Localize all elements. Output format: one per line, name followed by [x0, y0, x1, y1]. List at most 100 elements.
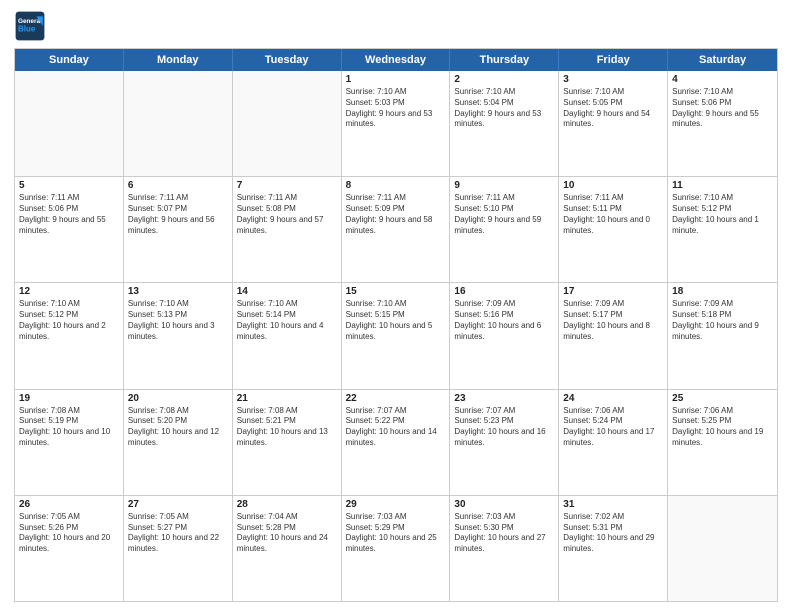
- day-cell-12: 12 Sunrise: 7:10 AM Sunset: 5:12 PM Dayli…: [15, 283, 124, 388]
- day-header-monday: Monday: [124, 49, 233, 71]
- header: General Blue: [14, 10, 778, 42]
- day-number: 26: [19, 499, 119, 510]
- day-cell-8: 8 Sunrise: 7:11 AM Sunset: 5:09 PM Daylig…: [342, 177, 451, 282]
- day-info: Sunrise: 7:10 AM Sunset: 5:14 PM Dayligh…: [237, 299, 337, 342]
- day-number: 3: [563, 74, 663, 85]
- day-info: Sunrise: 7:11 AM Sunset: 5:11 PM Dayligh…: [563, 193, 663, 236]
- day-info: Sunrise: 7:03 AM Sunset: 5:29 PM Dayligh…: [346, 512, 446, 555]
- day-cell-3: 3 Sunrise: 7:10 AM Sunset: 5:05 PM Daylig…: [559, 71, 668, 176]
- week-row-1: 1 Sunrise: 7:10 AM Sunset: 5:03 PM Daylig…: [15, 71, 777, 177]
- day-cell-23: 23Sunrise: 7:07 AM Sunset: 5:23 PM Dayli…: [450, 390, 559, 495]
- day-info: Sunrise: 7:11 AM Sunset: 5:06 PM Dayligh…: [19, 193, 119, 236]
- day-number: 25: [672, 393, 773, 404]
- day-number: 10: [563, 180, 663, 191]
- day-info: Sunrise: 7:06 AM Sunset: 5:24 PM Dayligh…: [563, 406, 663, 449]
- day-cell-5: 5 Sunrise: 7:11 AM Sunset: 5:06 PM Daylig…: [15, 177, 124, 282]
- day-cell-13: 13 Sunrise: 7:10 AM Sunset: 5:13 PM Dayli…: [124, 283, 233, 388]
- day-number: 29: [346, 499, 446, 510]
- day-info: Sunrise: 7:10 AM Sunset: 5:12 PM Dayligh…: [19, 299, 119, 342]
- day-cell-20: 20 Sunrise: 7:08 AM Sunset: 5:20 PM Dayli…: [124, 390, 233, 495]
- day-cell-7: 7 Sunrise: 7:11 AM Sunset: 5:08 PM Daylig…: [233, 177, 342, 282]
- day-cell-25: 25 Sunrise: 7:06 AM Sunset: 5:25 PM Dayli…: [668, 390, 777, 495]
- day-cell-18: 18 Sunrise: 7:09 AM Sunset: 5:18 PM Dayli…: [668, 283, 777, 388]
- day-number: 18: [672, 286, 773, 297]
- day-info: Sunrise: 7:11 AM Sunset: 5:08 PM Dayligh…: [237, 193, 337, 236]
- calendar-body: 1 Sunrise: 7:10 AM Sunset: 5:03 PM Daylig…: [15, 71, 777, 601]
- day-headers: SundayMondayTuesdayWednesdayThursdayFrid…: [15, 49, 777, 71]
- day-number: 28: [237, 499, 337, 510]
- day-cell-24: 24 Sunrise: 7:06 AM Sunset: 5:24 PM Dayli…: [559, 390, 668, 495]
- day-cell-28: 28 Sunrise: 7:04 AM Sunset: 5:28 PM Dayli…: [233, 496, 342, 601]
- day-info: Sunrise: 7:07 AM Sunset: 5:23 PM Dayligh…: [454, 406, 554, 449]
- day-number: 12: [19, 286, 119, 297]
- day-info: Sunrise: 7:11 AM Sunset: 5:09 PM Dayligh…: [346, 193, 446, 236]
- day-cell-4: 4Sunrise: 7:10 AM Sunset: 5:06 PM Daylig…: [668, 71, 777, 176]
- day-cell-empty: [15, 71, 124, 176]
- day-number: 24: [563, 393, 663, 404]
- day-info: Sunrise: 7:08 AM Sunset: 5:19 PM Dayligh…: [19, 406, 119, 449]
- day-info: Sunrise: 7:09 AM Sunset: 5:18 PM Dayligh…: [672, 299, 773, 342]
- day-number: 7: [237, 180, 337, 191]
- day-cell-10: 10 Sunrise: 7:11 AM Sunset: 5:11 PM Dayli…: [559, 177, 668, 282]
- day-cell-19: 19 Sunrise: 7:08 AM Sunset: 5:19 PM Dayli…: [15, 390, 124, 495]
- day-cell-empty: [124, 71, 233, 176]
- day-cell-27: 27 Sunrise: 7:05 AM Sunset: 5:27 PM Dayli…: [124, 496, 233, 601]
- day-cell-empty: [668, 496, 777, 601]
- day-number: 1: [346, 74, 446, 85]
- day-number: 6: [128, 180, 228, 191]
- day-info: Sunrise: 7:10 AM Sunset: 5:12 PM Dayligh…: [672, 193, 773, 236]
- week-row-3: 12 Sunrise: 7:10 AM Sunset: 5:12 PM Dayli…: [15, 283, 777, 389]
- day-cell-17: 17 Sunrise: 7:09 AM Sunset: 5:17 PM Dayli…: [559, 283, 668, 388]
- day-number: 11: [672, 180, 773, 191]
- day-info: Sunrise: 7:10 AM Sunset: 5:03 PM Dayligh…: [346, 87, 446, 130]
- day-info: Sunrise: 7:08 AM Sunset: 5:21 PM Dayligh…: [237, 406, 337, 449]
- day-number: 27: [128, 499, 228, 510]
- day-number: 15: [346, 286, 446, 297]
- day-number: 9: [454, 180, 554, 191]
- day-number: 5: [19, 180, 119, 191]
- day-info: Sunrise: 7:08 AM Sunset: 5:20 PM Dayligh…: [128, 406, 228, 449]
- week-row-2: 5 Sunrise: 7:11 AM Sunset: 5:06 PM Daylig…: [15, 177, 777, 283]
- day-cell-9: 9Sunrise: 7:11 AM Sunset: 5:10 PM Daylig…: [450, 177, 559, 282]
- day-number: 20: [128, 393, 228, 404]
- day-info: Sunrise: 7:06 AM Sunset: 5:25 PM Dayligh…: [672, 406, 773, 449]
- day-cell-15: 15Sunrise: 7:10 AM Sunset: 5:15 PM Dayli…: [342, 283, 451, 388]
- day-info: Sunrise: 7:05 AM Sunset: 5:26 PM Dayligh…: [19, 512, 119, 555]
- day-cell-31: 31 Sunrise: 7:02 AM Sunset: 5:31 PM Dayli…: [559, 496, 668, 601]
- day-number: 30: [454, 499, 554, 510]
- day-number: 31: [563, 499, 663, 510]
- day-info: Sunrise: 7:07 AM Sunset: 5:22 PM Dayligh…: [346, 406, 446, 449]
- day-number: 14: [237, 286, 337, 297]
- day-info: Sunrise: 7:10 AM Sunset: 5:05 PM Dayligh…: [563, 87, 663, 130]
- logo-icon: General Blue: [14, 10, 46, 42]
- week-row-4: 19 Sunrise: 7:08 AM Sunset: 5:19 PM Dayli…: [15, 390, 777, 496]
- day-number: 16: [454, 286, 554, 297]
- day-number: 19: [19, 393, 119, 404]
- day-number: 17: [563, 286, 663, 297]
- day-info: Sunrise: 7:02 AM Sunset: 5:31 PM Dayligh…: [563, 512, 663, 555]
- day-cell-16: 16 Sunrise: 7:09 AM Sunset: 5:16 PM Dayli…: [450, 283, 559, 388]
- day-number: 8: [346, 180, 446, 191]
- day-info: Sunrise: 7:09 AM Sunset: 5:17 PM Dayligh…: [563, 299, 663, 342]
- day-header-friday: Friday: [559, 49, 668, 71]
- day-header-saturday: Saturday: [668, 49, 777, 71]
- day-header-tuesday: Tuesday: [233, 49, 342, 71]
- day-cell-2: 2Sunrise: 7:10 AM Sunset: 5:04 PM Daylig…: [450, 71, 559, 176]
- day-info: Sunrise: 7:10 AM Sunset: 5:06 PM Dayligh…: [672, 87, 773, 130]
- day-info: Sunrise: 7:10 AM Sunset: 5:13 PM Dayligh…: [128, 299, 228, 342]
- day-info: Sunrise: 7:05 AM Sunset: 5:27 PM Dayligh…: [128, 512, 228, 555]
- day-number: 13: [128, 286, 228, 297]
- day-info: Sunrise: 7:11 AM Sunset: 5:07 PM Dayligh…: [128, 193, 228, 236]
- page: General Blue SundayMondayTuesdayWednesda…: [0, 0, 792, 612]
- day-number: 21: [237, 393, 337, 404]
- day-cell-22: 22Sunrise: 7:07 AM Sunset: 5:22 PM Dayli…: [342, 390, 451, 495]
- day-info: Sunrise: 7:04 AM Sunset: 5:28 PM Dayligh…: [237, 512, 337, 555]
- day-info: Sunrise: 7:09 AM Sunset: 5:16 PM Dayligh…: [454, 299, 554, 342]
- day-header-wednesday: Wednesday: [342, 49, 451, 71]
- day-cell-29: 29 Sunrise: 7:03 AM Sunset: 5:29 PM Dayli…: [342, 496, 451, 601]
- day-cell-11: 11 Sunrise: 7:10 AM Sunset: 5:12 PM Dayli…: [668, 177, 777, 282]
- svg-text:Blue: Blue: [18, 25, 36, 34]
- day-cell-6: 6 Sunrise: 7:11 AM Sunset: 5:07 PM Daylig…: [124, 177, 233, 282]
- day-header-sunday: Sunday: [15, 49, 124, 71]
- day-info: Sunrise: 7:10 AM Sunset: 5:04 PM Dayligh…: [454, 87, 554, 130]
